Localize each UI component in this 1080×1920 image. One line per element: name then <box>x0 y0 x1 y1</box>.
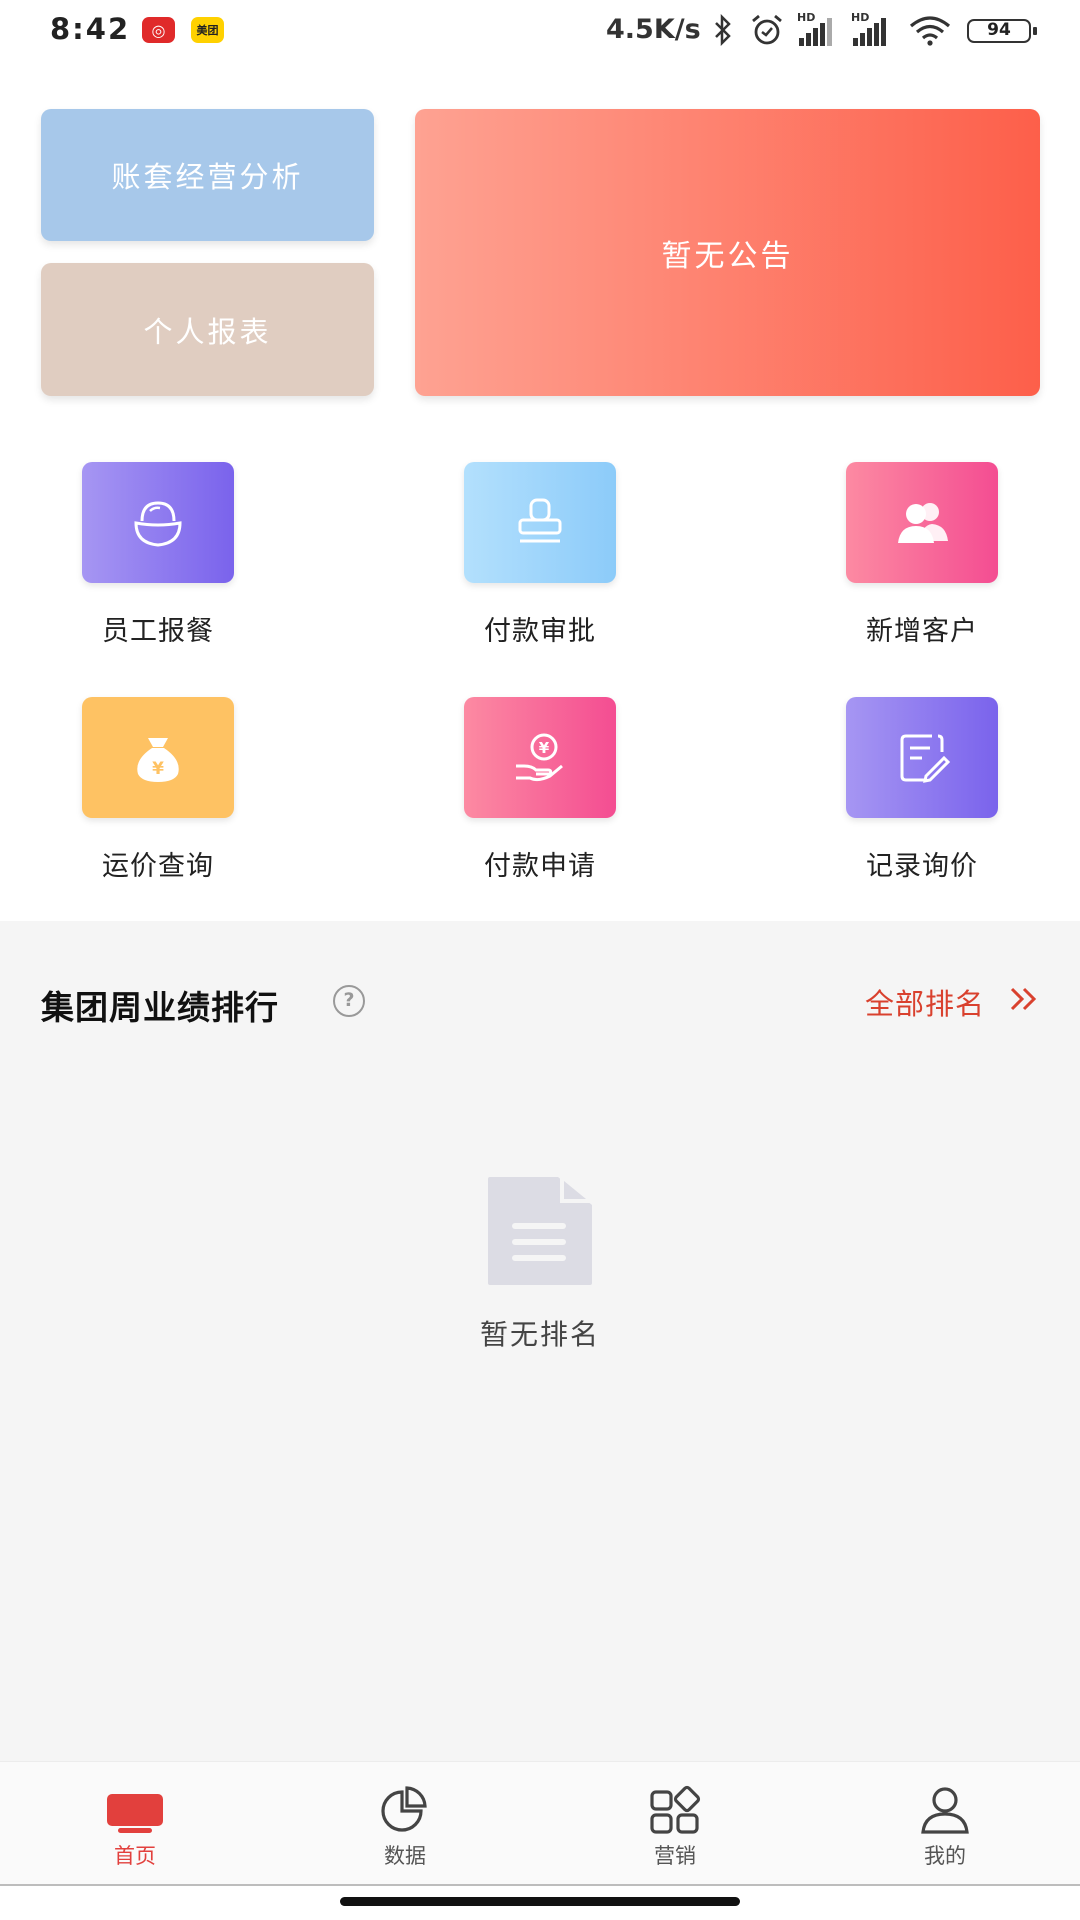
status-time: 8:42 <box>50 12 131 46</box>
bluetooth-icon <box>715 14 731 46</box>
empty-ranking-text: 暂无排名 <box>479 1318 600 1351</box>
double-chevron-right-icon[interactable] <box>1007 981 1041 1017</box>
ranking-title: 集团周业绩排行 <box>41 988 279 1027</box>
network-speed: 4.5K/s <box>606 14 701 45</box>
apps-grid-icon <box>650 1785 701 1834</box>
svg-text:¥: ¥ <box>539 739 550 757</box>
tab-mine[interactable]: 我的 <box>845 1762 1045 1887</box>
stamp-icon <box>464 462 616 583</box>
meituan-icon: 美团 <box>191 17 224 43</box>
tab-marketing[interactable]: 营销 <box>575 1762 775 1887</box>
bottom-tab-bar: 首页 数据 营销 我的 <box>0 1761 1080 1886</box>
pie-chart-icon <box>381 1786 427 1832</box>
tab-data[interactable]: 数据 <box>305 1762 505 1887</box>
grid-item-payment-request[interactable]: ¥ 付款申请 <box>430 697 650 897</box>
tab-label: 营销 <box>654 1844 696 1868</box>
tab-label: 数据 <box>384 1844 426 1868</box>
grid-label: 记录询价 <box>866 851 978 882</box>
empty-document-icon <box>488 1175 594 1285</box>
grid-item-new-customer[interactable]: 新增客户 <box>812 462 1032 662</box>
edit-note-icon <box>846 697 998 818</box>
user-icon <box>921 1787 969 1834</box>
alarm-icon <box>752 14 782 45</box>
signal-2-icon: HD <box>851 11 893 46</box>
grid-item-record-inquiry[interactable]: 记录询价 <box>812 697 1032 897</box>
weibo-icon: ◎ <box>142 17 175 43</box>
tab-home[interactable]: 首页 <box>35 1762 235 1887</box>
status-bar: 8:42 ◎ 美团 4.5K/s HD HD 94 <box>0 0 1080 64</box>
users-icon <box>846 462 998 583</box>
svg-text:¥: ¥ <box>152 759 164 779</box>
home-indicator[interactable] <box>340 1897 740 1906</box>
grid-label: 付款审批 <box>484 616 596 647</box>
grid-label: 新增客户 <box>866 616 978 647</box>
grid-item-payment-approval[interactable]: 付款审批 <box>430 462 650 662</box>
money-bag-icon: ¥ <box>82 697 234 818</box>
all-ranking-link[interactable]: 全部排名 <box>865 981 985 1023</box>
tab-label: 首页 <box>114 1844 156 1868</box>
tab-label: 我的 <box>924 1844 966 1868</box>
grid-label: 员工报餐 <box>102 616 214 647</box>
hand-coin-icon: ¥ <box>464 697 616 818</box>
account-analysis-card[interactable]: 账套经营分析 <box>41 109 374 241</box>
help-icon[interactable]: ? <box>333 985 365 1017</box>
battery-indicator: 94 <box>967 19 1037 43</box>
signal-1-icon: HD <box>797 11 839 46</box>
notice-card[interactable]: 暂无公告 <box>415 109 1040 396</box>
personal-report-card[interactable]: 个人报表 <box>41 263 374 396</box>
grid-item-freight-query[interactable]: ¥ 运价查询 <box>48 697 268 897</box>
grid-label: 付款申请 <box>484 851 596 882</box>
wifi-icon <box>909 16 951 46</box>
ranking-section: 集团周业绩排行 ? 全部排名 暂无排名 <box>0 921 1080 1761</box>
rice-bowl-icon <box>82 462 234 583</box>
grid-label: 运价查询 <box>102 851 214 882</box>
home-icon <box>107 1794 163 1833</box>
grid-item-meal[interactable]: 员工报餐 <box>48 462 268 662</box>
